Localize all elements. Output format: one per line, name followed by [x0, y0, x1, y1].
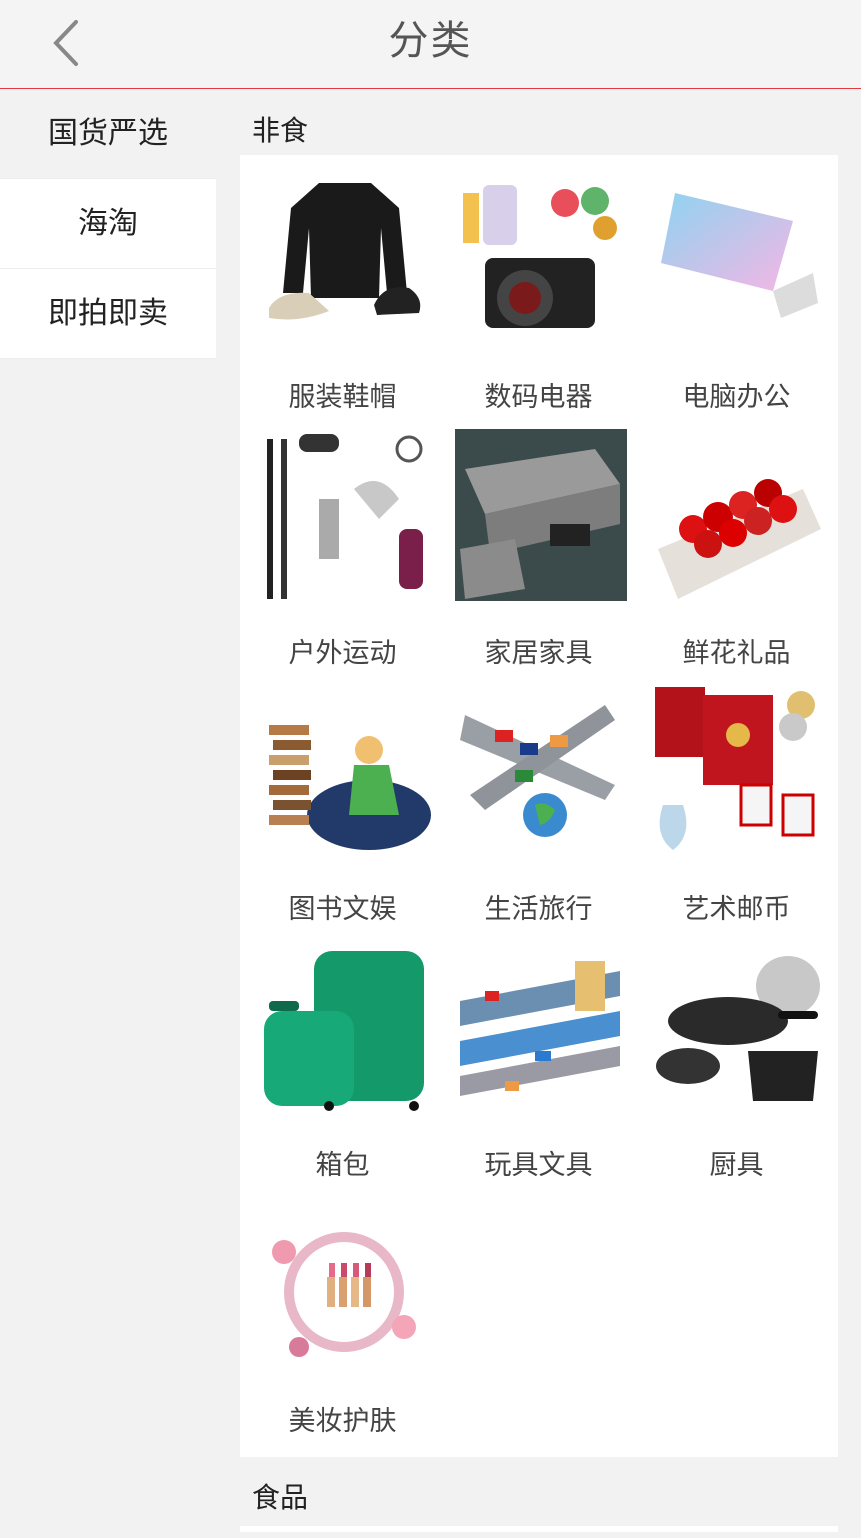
category-furniture[interactable]: 家居家具	[440, 411, 637, 669]
category-outdoor[interactable]: 户外运动	[244, 411, 441, 669]
category-digital[interactable]: 数码电器	[440, 155, 637, 413]
sidebar-item-guohuo-yanxuan[interactable]: 国货严选	[0, 89, 216, 179]
category-books[interactable]: 图书文娱	[244, 667, 441, 925]
category-toys[interactable]: 玩具文具	[440, 923, 637, 1181]
category-computer[interactable]: 电脑办公	[638, 155, 835, 413]
sofa-furniture-image	[455, 429, 627, 601]
top-bar: 分类	[0, 0, 861, 89]
roses-gift-box-image	[653, 429, 825, 601]
digital-electronics-image	[455, 173, 627, 345]
sidebar-item-jipai-jimai[interactable]: 即拍即卖	[0, 269, 216, 359]
luggage-image	[259, 941, 431, 1113]
category-label: 图书文娱	[288, 894, 397, 925]
category-label: 箱包	[315, 1150, 370, 1181]
category-label: 服装鞋帽	[288, 382, 397, 413]
category-label: 家居家具	[484, 638, 593, 669]
clothing-shoes-hat-image	[259, 173, 431, 345]
category-cookware[interactable]: 厨具	[638, 923, 835, 1181]
section-title-food: 食品	[252, 1481, 309, 1514]
outdoor-sports-image	[259, 429, 431, 601]
category-label: 鲜花礼品	[682, 638, 791, 669]
sidebar-item-haitao[interactable]: 海淘	[0, 179, 216, 269]
books-music-image	[259, 685, 431, 857]
category-label: 美妆护肤	[288, 1406, 397, 1437]
category-clothing[interactable]: 服装鞋帽	[244, 155, 441, 413]
page-title: 分类	[388, 18, 473, 64]
stamps-coins-image	[653, 685, 825, 857]
category-cosmetics[interactable]: 美妆护肤	[244, 1179, 441, 1437]
category-label: 数码电器	[484, 382, 593, 413]
laptop-image	[653, 173, 825, 345]
section-title-nonfood: 非食	[252, 114, 309, 147]
category-travel[interactable]: 生活旅行	[440, 667, 637, 925]
category-label: 电脑办公	[682, 382, 791, 413]
toy-train-track-image	[455, 941, 627, 1113]
category-label: 厨具	[709, 1150, 764, 1181]
category-label: 玩具文具	[484, 1150, 593, 1181]
category-label: 户外运动	[288, 638, 397, 669]
category-label: 生活旅行	[484, 894, 593, 925]
nonfood-panel: 服装鞋帽 数码电器 电脑办公 户外运动 家居家具 鲜花礼品 图书文娱 生活旅行 …	[240, 155, 838, 1457]
airplane-travel-image	[455, 685, 627, 857]
category-sidebar: 国货严选 海淘 即拍即卖	[0, 89, 216, 1532]
category-luggage[interactable]: 箱包	[244, 923, 441, 1181]
cookware-pans-image	[653, 941, 825, 1113]
food-panel	[240, 1526, 838, 1532]
category-art-stamps[interactable]: 艺术邮币	[638, 667, 835, 925]
category-content: 非食 服装鞋帽 数码电器 电脑办公 户外运动 家居家具 鲜花礼品 图书文娱 生活…	[240, 89, 838, 1457]
lipstick-cosmetics-image	[259, 1197, 431, 1369]
category-flowers[interactable]: 鲜花礼品	[638, 411, 835, 669]
category-label: 艺术邮币	[682, 894, 791, 925]
